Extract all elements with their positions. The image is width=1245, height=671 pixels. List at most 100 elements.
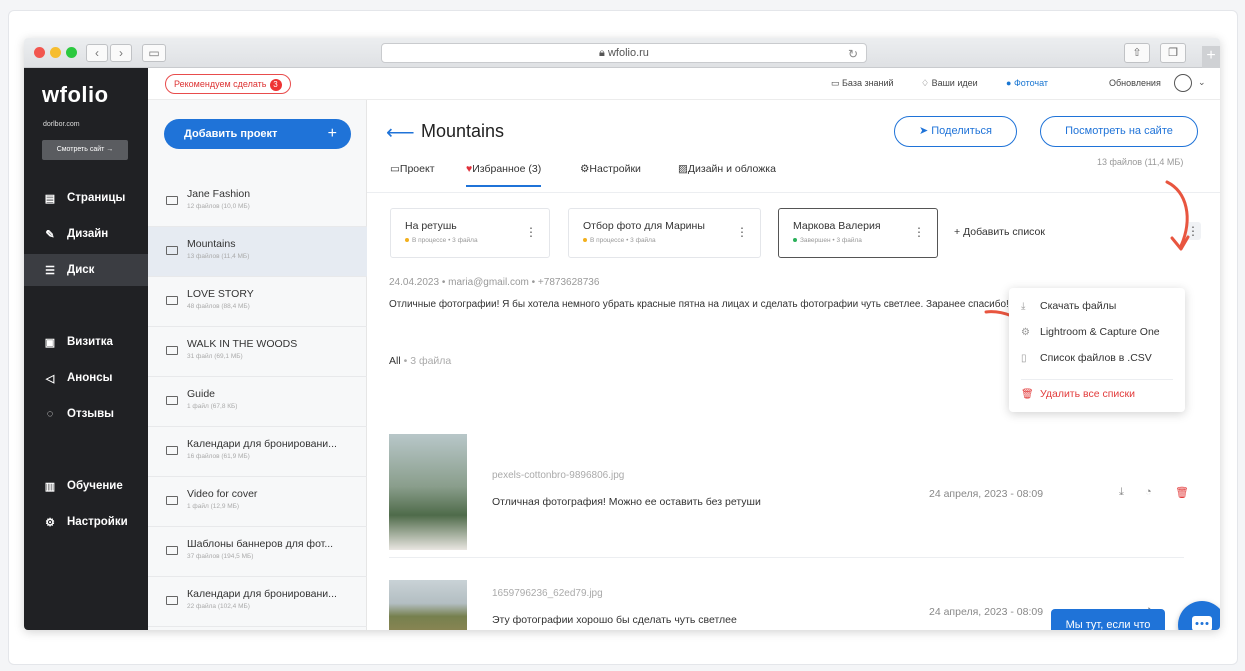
menu-item-delete-lists[interactable]: 🗑︎ Удалить все списки [1009, 382, 1185, 406]
kebab-menu-icon[interactable]: ⋮ [913, 225, 925, 239]
forward-nav-button[interactable]: › [110, 44, 132, 62]
sidebar-item-pages[interactable]: ▤ Страницы [24, 182, 148, 214]
tab-project[interactable]: ▭Проект [390, 163, 435, 175]
app-topbar: Рекомендуем сделать 3 ▭ База знаний ♢ Ваш… [148, 68, 1220, 100]
chat-fab-button[interactable] [1178, 601, 1220, 630]
list-count: 3 файла [836, 237, 862, 244]
view-site-button[interactable]: Смотреть сайт → [42, 140, 128, 160]
annotation-arrow [1165, 180, 1190, 251]
add-project-button[interactable]: Добавить проект + [164, 119, 351, 149]
chevron-down-icon[interactable]: ⌄ [1198, 77, 1206, 88]
reload-icon[interactable]: ↻ [848, 45, 858, 63]
recommend-button[interactable]: Рекомендуем сделать 3 [165, 74, 291, 94]
back-arrow-icon[interactable]: ⟵ [386, 120, 415, 145]
page-title: Mountains [421, 121, 505, 141]
project-item[interactable]: Guide 1 файл (67,8 КБ) [148, 377, 367, 427]
user-avatar-icon[interactable] [1174, 74, 1192, 92]
tab-design[interactable]: ▨Дизайн и обложка [678, 163, 776, 175]
chat-prompt-button[interactable]: Мы тут, если что [1051, 609, 1165, 630]
project-item[interactable]: Video for cover 1 файл (12,9 МБ) [148, 477, 367, 527]
knowledge-base-link[interactable]: ▭ База знаний [831, 78, 894, 89]
logo[interactable]: wfolio [42, 82, 109, 108]
file-date: 24 апреля, 2023 - 08:09 [929, 606, 1044, 618]
new-tab-button[interactable]: + [1202, 46, 1220, 68]
file-icon: ▯ [1021, 353, 1027, 364]
project-item-active[interactable]: Mountains 13 файлов (11,4 МБ) [148, 227, 367, 277]
comment-icon[interactable]: ◔ [1145, 486, 1152, 498]
menu-item-download-files[interactable]: ⤓ Скачать файлы [1009, 294, 1185, 318]
tabs-overview-icon[interactable]: ❐ [1160, 43, 1186, 63]
project-item[interactable]: LOVE STORY 48 файлов (88,4 МБ) [148, 277, 367, 327]
project-item[interactable]: WALK IN THE WOODS 31 файл (69,1 МБ) [148, 327, 367, 377]
list-status: Завершен [800, 237, 831, 244]
sidebar-item-announcements[interactable]: ◁ Анонсы [24, 362, 148, 394]
list-meta: В процессе • 3 файла [583, 237, 656, 244]
maximize-window-button[interactable] [66, 47, 77, 58]
sidebar-item-reviews[interactable]: ◌ Отзывы [24, 398, 148, 430]
book-icon: ▥ [44, 480, 56, 493]
kebab-menu-icon[interactable]: ⋮ [736, 225, 748, 239]
lists-dropdown-menu: ⤓ Скачать файлы ⚙ Lightroom & Capture One … [1009, 288, 1185, 412]
tabs-divider [367, 192, 1220, 193]
photochat-label: Фоточат [1013, 78, 1049, 88]
filter-line[interactable]: All • 3 файла [389, 355, 451, 367]
tab-label: Дизайн и обложка [687, 163, 776, 175]
share-browser-icon[interactable]: ⇧ [1124, 43, 1150, 63]
chat-bubble-icon [1192, 616, 1212, 630]
list-card-active[interactable]: Маркова Валерия Завершен • 3 файла ⋮ [778, 208, 938, 258]
photo-thumbnail[interactable] [389, 580, 467, 630]
list-card[interactable]: Отбор фото для Марины В процессе • 3 фай… [568, 208, 761, 258]
status-dot [405, 238, 409, 243]
project-name: WALK IN THE WOODS [187, 338, 298, 350]
tab-settings[interactable]: ⚙Настройки [580, 163, 641, 175]
updates-link[interactable]: Обновления [1109, 78, 1161, 88]
list-count: 3 файла [452, 237, 478, 244]
pages-icon: ▤ [44, 192, 56, 205]
sidebar-item-card[interactable]: ▣ Визитка [24, 326, 148, 358]
photochat-link[interactable]: ● Фоточат [1006, 78, 1048, 88]
address-bar[interactable]: 🔒︎ wfolio.ru ↻ [381, 43, 867, 63]
status-dot [793, 238, 797, 243]
trash-icon[interactable]: 🗑︎ [1175, 486, 1189, 499]
sidebar-item-learning[interactable]: ▥ Обучение [24, 470, 148, 502]
view-on-site-button[interactable]: Посмотреть на сайте [1040, 116, 1198, 147]
list-card[interactable]: На ретушь В процессе • 3 файла ⋮ [390, 208, 550, 258]
menu-item-lightroom[interactable]: ⚙ Lightroom & Capture One [1009, 320, 1185, 344]
share-button[interactable]: ➤ Поделиться [894, 116, 1017, 147]
sidebar-item-settings[interactable]: ⚙ Настройки [24, 506, 148, 538]
kebab-menu-icon[interactable]: ⋮ [525, 225, 537, 239]
menu-item-csv[interactable]: ▯ Список файлов в .CSV [1009, 346, 1185, 370]
back-nav-button[interactable]: ‹ [86, 44, 108, 62]
comment-date: 24.04.2023 [389, 277, 440, 288]
project-item[interactable]: Календари для бронировани... 22 файла (1… [148, 577, 367, 627]
add-list-button[interactable]: + Добавить список [954, 226, 1045, 238]
recommend-label: Рекомендуем сделать [174, 79, 267, 89]
ideas-link[interactable]: ♢ Ваши идеи [921, 78, 978, 89]
trash-icon: 🗑︎ [1021, 389, 1034, 400]
menu-item-label: Скачать файлы [1040, 300, 1117, 312]
tab-favorites[interactable]: ♥Избранное (3) [466, 163, 542, 187]
plus-icon: + [954, 226, 964, 238]
tab-label: Проект [399, 163, 435, 175]
project-item[interactable]: Календари для бронировани... 16 файлов (… [148, 427, 367, 477]
project-item[interactable]: Шаблоны баннеров для фот... 37 файлов (1… [148, 527, 367, 577]
disk-icon: ☰ [45, 264, 55, 277]
tab-label: Настройки [589, 163, 641, 175]
minimize-window-button[interactable] [50, 47, 61, 58]
download-icon[interactable]: ⤓ [1119, 486, 1124, 499]
gear-icon: ⚙ [580, 163, 590, 175]
folder-icon [166, 346, 178, 355]
sidebar-item-design[interactable]: ✎ Дизайн [24, 218, 148, 250]
filter-count: 3 файла [410, 355, 452, 367]
tab-label: Избранное (3) [472, 163, 542, 175]
sidebar-toggle-icon[interactable]: ▭ [142, 44, 166, 62]
folder-icon [166, 496, 178, 505]
sidebar-item-disk[interactable]: ☰ Диск [24, 254, 148, 286]
photo-thumbnail[interactable] [389, 434, 467, 550]
brush-icon: ✎ [45, 228, 55, 241]
close-window-button[interactable] [34, 47, 45, 58]
project-item[interactable]: Jane Fashion 12 файлов (10,0 МБ) [148, 177, 367, 227]
list-status: В процессе [412, 237, 447, 244]
file-row[interactable]: pexels-cottonbro-9896806.jpg Отличная фо… [389, 400, 1189, 558]
comment-text: Отличные фотографии! Я бы хотела немного… [389, 299, 1009, 310]
